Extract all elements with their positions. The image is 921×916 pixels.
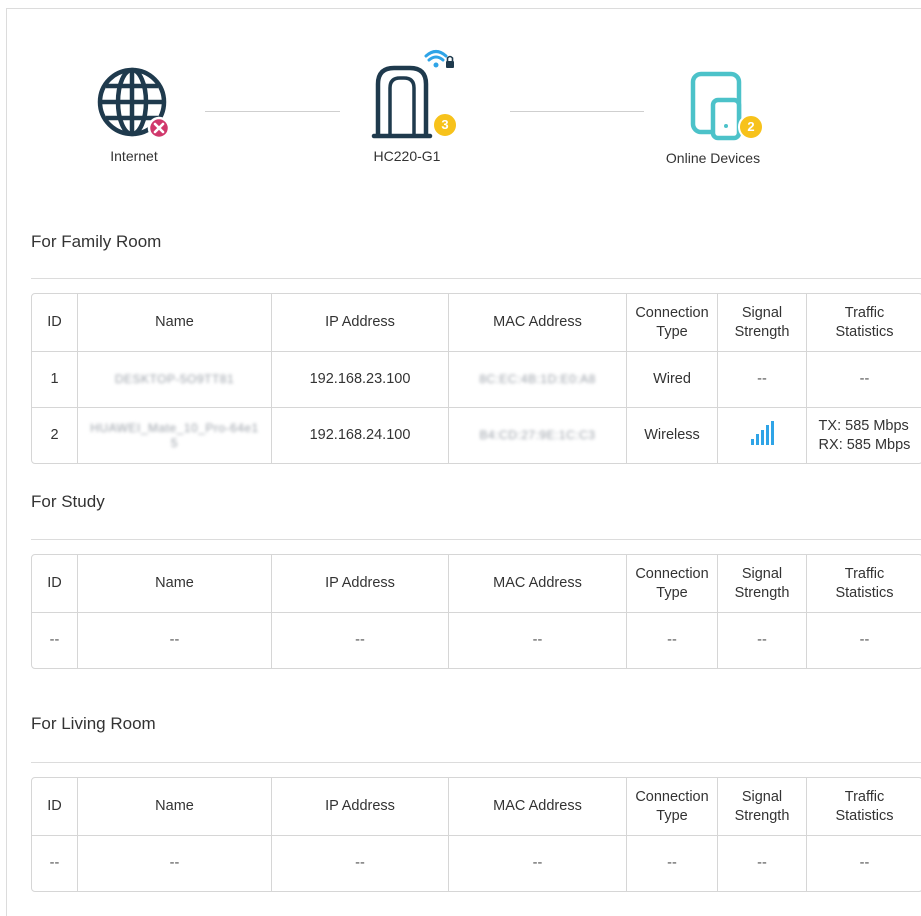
living-room-device-table: ID Name IP Address MAC Address Connectio…: [31, 777, 921, 892]
cell-id: --: [32, 613, 78, 668]
col-ip: IP Address: [272, 294, 449, 352]
cell-signal: [718, 408, 807, 463]
col-traffic-statistics: Traffic Statistics: [807, 294, 921, 352]
col-ip: IP Address: [272, 555, 449, 613]
section-divider: [31, 539, 921, 540]
study-device-table: ID Name IP Address MAC Address Connectio…: [31, 554, 921, 669]
online-devices-badge: 2: [738, 114, 764, 140]
table-row[interactable]: 2 HUAWEI_Mate_10_Pro-64e15 192.168.24.10…: [32, 408, 921, 463]
cell-ip: --: [272, 836, 449, 891]
router-node[interactable]: 3 HC220-G1: [362, 44, 472, 164]
section-title-living-room: For Living Room: [31, 714, 156, 733]
traffic-tx: TX: 585 Mbps: [818, 417, 909, 434]
col-connection-type: Connection Type: [627, 294, 718, 352]
section-title-study: For Study: [31, 492, 105, 511]
cell-traffic: TX: 585 Mbps RX: 585 Mbps: [807, 408, 921, 463]
table-header-row: ID Name IP Address MAC Address Connectio…: [32, 294, 921, 352]
cell-ip: 192.168.24.100: [272, 408, 449, 463]
cell-type: --: [627, 836, 718, 891]
table-header-row: ID Name IP Address MAC Address Connectio…: [32, 778, 921, 836]
col-id: ID: [32, 555, 78, 613]
router-label: HC220-G1: [373, 148, 441, 164]
section-divider: [31, 278, 921, 279]
col-mac: MAC Address: [449, 778, 627, 836]
cell-id: 1: [32, 352, 78, 408]
cell-mac: --: [449, 613, 627, 668]
cell-ip: --: [272, 613, 449, 668]
cell-type: --: [627, 613, 718, 668]
table-row: -- -- -- -- -- -- --: [32, 836, 921, 891]
cell-id: 2: [32, 408, 78, 463]
col-traffic-statistics: Traffic Statistics: [807, 778, 921, 836]
cell-mac: B4:CD:27:9E:1C:C3: [449, 408, 627, 463]
cell-type: Wireless: [627, 408, 718, 463]
globe-icon: [97, 67, 171, 140]
cell-traffic: --: [807, 352, 921, 408]
col-signal-strength: Signal Strength: [718, 294, 807, 352]
router-badge: 3: [432, 112, 458, 138]
online-devices-node[interactable]: 2 Online Devices: [654, 70, 778, 166]
cell-name: DESKTOP-5O9TT81: [78, 352, 272, 408]
cell-name: --: [78, 613, 272, 668]
cell-name: --: [78, 836, 272, 891]
cell-ip: 192.168.23.100: [272, 352, 449, 408]
col-traffic-statistics: Traffic Statistics: [807, 555, 921, 613]
internet-node[interactable]: Internet: [92, 66, 176, 164]
cell-mac: 8C:EC:4B:1D:E0:A8: [449, 352, 627, 408]
section-divider: [31, 762, 921, 763]
cell-traffic: --: [859, 855, 870, 871]
table-row[interactable]: 1 DESKTOP-5O9TT81 192.168.23.100 8C:EC:4…: [32, 352, 921, 408]
table-header-row: ID Name IP Address MAC Address Connectio…: [32, 555, 921, 613]
cell-signal: --: [718, 352, 807, 408]
col-name: Name: [78, 294, 272, 352]
col-mac: MAC Address: [449, 294, 627, 352]
signal-bar: [770, 420, 774, 445]
signal-bar: [755, 434, 759, 445]
section-title-family-room: For Family Room: [31, 232, 162, 251]
signal-bar: [760, 429, 764, 445]
col-connection-type: Connection Type: [627, 778, 718, 836]
connector-line-right: [510, 111, 644, 112]
family-room-device-table: ID Name IP Address MAC Address Connectio…: [31, 293, 921, 464]
connector-line-left: [205, 111, 340, 112]
col-id: ID: [32, 294, 78, 352]
cell-traffic: --: [859, 632, 870, 648]
col-signal-strength: Signal Strength: [718, 778, 807, 836]
table-row: -- -- -- -- -- -- --: [32, 613, 921, 668]
signal-strength-icon: [750, 420, 774, 445]
cell-id: --: [32, 836, 78, 891]
cell-signal: --: [718, 613, 807, 668]
cell-signal: --: [718, 836, 807, 891]
cell-mac: --: [449, 836, 627, 891]
wifi-lock-icon: [424, 50, 454, 68]
signal-bar: [750, 438, 754, 445]
col-signal-strength: Signal Strength: [718, 555, 807, 613]
col-mac: MAC Address: [449, 555, 627, 613]
col-name: Name: [78, 555, 272, 613]
col-name: Name: [78, 778, 272, 836]
cell-type: Wired: [627, 352, 718, 408]
cell-name: HUAWEI_Mate_10_Pro-64e15: [78, 408, 272, 463]
online-devices-label: Online Devices: [665, 150, 761, 166]
col-id: ID: [32, 778, 78, 836]
col-ip: IP Address: [272, 778, 449, 836]
traffic-rx: RX: 585 Mbps: [818, 436, 911, 453]
signal-bar: [765, 425, 769, 445]
internet-label: Internet: [110, 148, 158, 164]
col-connection-type: Connection Type: [627, 555, 718, 613]
